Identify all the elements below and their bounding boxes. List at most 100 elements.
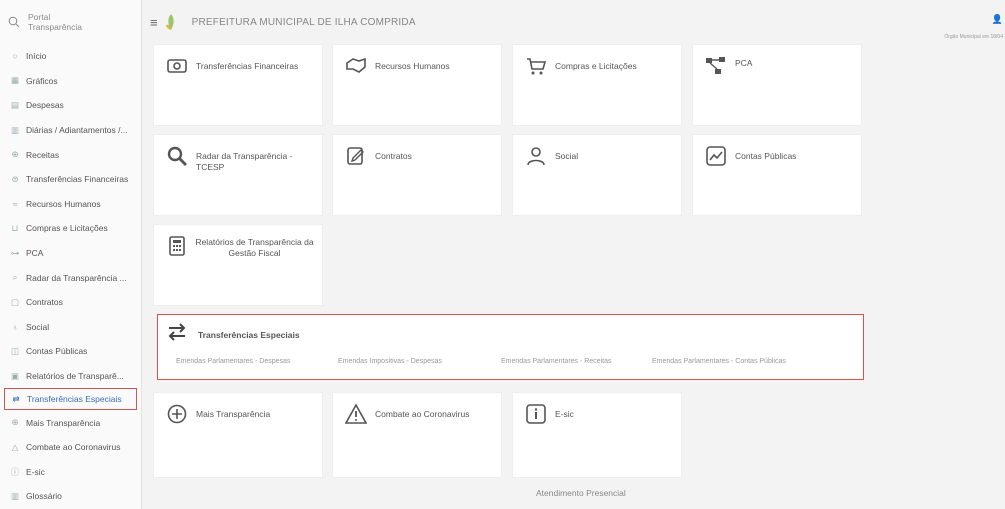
card-esic[interactable]: E-sic (512, 392, 682, 478)
card-relatorios[interactable]: Relatórios de Transparência da Gestão Fi… (153, 224, 323, 306)
card-contas-publicas[interactable]: Contas Públicas (692, 134, 862, 216)
card-contratos[interactable]: Contratos (332, 134, 502, 216)
sidebar-item-label: Despesas (26, 100, 64, 111)
portal-brand[interactable]: Portal Transparência (0, 0, 141, 44)
sidebar: Portal Transparência ○ Início ▦ Gráficos ▤… (0, 0, 142, 509)
sidebar-item-contas-publicas[interactable]: ◫ Contas Públicas (0, 339, 141, 364)
card-recursos-humanos[interactable]: Recursos Humanos (332, 44, 502, 126)
user-icon[interactable]: 👤 (944, 14, 1003, 25)
user-icon (527, 147, 545, 166)
calendar-icon: ▥ (10, 124, 20, 135)
card-title: Transferências Especiais (198, 330, 300, 340)
card-title: Radar da Transparência - TCESP (196, 151, 293, 172)
card-title: Compras e Licitações (555, 61, 637, 71)
cart-icon (527, 58, 547, 75)
chart-icon (706, 146, 726, 166)
transfer-icon: ⊜ (11, 173, 19, 184)
sidebar-item-social[interactable]: ♁ Social (0, 315, 141, 340)
contract-icon (347, 147, 364, 165)
network-icon (706, 57, 725, 74)
atendimento-presencial[interactable]: Atendimento Presencial (536, 488, 626, 498)
home-icon: ○ (12, 51, 18, 62)
sidebar-item-transferencias-financeiras[interactable]: ⊜ Transferências Financeiras (0, 167, 141, 192)
sidebar-item-coronavirus[interactable]: △ Combate ao Coronavirus (0, 435, 141, 460)
sidebar-item-label: Combate ao Coronavirus (26, 442, 121, 453)
card-title: Transferências Financeiras (196, 61, 299, 71)
link-emendas-receitas[interactable]: Emendas Parlamentares - Receitas (501, 358, 652, 365)
calculator-icon: ▣ (10, 370, 20, 381)
people-icon: ≈ (12, 198, 18, 209)
card-title-line-2: Gestão Fiscal (228, 248, 281, 258)
contract-icon: ▢ (10, 296, 20, 307)
card-title: Social (555, 151, 579, 161)
sidebar-item-label: Compras e Licitações (26, 223, 108, 234)
accounts-icon: ◫ (10, 345, 20, 356)
sidebar-item-transferencias-especiais[interactable]: ⇄ Transferências Especiais (4, 388, 137, 411)
sidebar-item-radar[interactable]: ⌕ Radar da Transparência ... (0, 265, 141, 290)
link-emendas-despesas[interactable]: Emendas Parlamentares - Despesas (176, 358, 338, 365)
handshake-icon (346, 57, 366, 73)
card-coronavirus[interactable]: Combate ao Coronavirus (332, 392, 502, 478)
sidebar-item-recursos-humanos[interactable]: ≈ Recursos Humanos (0, 192, 141, 217)
revenue-icon: ⊕ (11, 149, 19, 160)
warning-icon (345, 403, 367, 424)
card-title: PCA (735, 58, 753, 68)
expense-icon: ▤ (10, 99, 20, 110)
user-area[interactable]: 👤 Órgão Municipal em 18/04 (944, 14, 1003, 43)
sidebar-item-graficos[interactable]: ▦ Gráficos (0, 69, 141, 94)
card-pca[interactable]: PCA (692, 44, 862, 126)
card-title-line-1: Relatórios de Transparência da (195, 237, 314, 247)
brand-line-1: Portal (28, 12, 51, 22)
page-title: PREFEITURA MUNICIPAL DE ILHA COMPRIDA (191, 16, 416, 28)
sidebar-item-label: Início (26, 51, 47, 62)
card-radar[interactable]: Radar da Transparência - TCESP (153, 134, 323, 216)
sidebar-item-relatorios[interactable]: ▣ Relatórios de Transparê... (0, 364, 141, 389)
card-transferencias-financeiras[interactable]: Transferências Financeiras (153, 44, 323, 126)
card-title: E-sic (555, 409, 574, 419)
sidebar-item-inicio[interactable]: ○ Início (0, 44, 141, 69)
calculator-icon (169, 236, 185, 256)
link-emendas-contas[interactable]: Emendas Parlamentares - Contas Públicas (652, 358, 786, 365)
sidebar-item-label: Transferências Especiais (27, 394, 122, 405)
search-icon[interactable] (8, 16, 20, 28)
sidebar-item-esic[interactable]: ⓘ E-sic (0, 460, 141, 485)
card-title: Contratos (375, 151, 412, 161)
sidebar-item-despesas[interactable]: ▤ Despesas (0, 93, 141, 118)
link-impositivas-despesas[interactable]: Emendas Impositivas - Despesas (338, 358, 501, 365)
brand-line-2: Transparência (28, 22, 83, 32)
search-icon: ⌕ (12, 272, 18, 283)
card-social[interactable]: Social (512, 134, 682, 216)
top-header: ≡ PREFEITURA MUNICIPAL DE ILHA COMPRIDA … (142, 0, 1005, 44)
book-icon: ▥ (10, 490, 20, 501)
sidebar-item-label: Contas Públicas (26, 346, 88, 357)
sidebar-item-glossario[interactable]: ▥ Glossário (0, 484, 141, 509)
plus-circle-icon: ⊕ (11, 417, 19, 428)
card-transferencias-especiais[interactable]: Transferências Especiais Emendas Parlame… (157, 314, 864, 380)
info-icon (526, 404, 546, 424)
logo-icon (165, 14, 174, 30)
card-title: Combate ao Coronavirus (375, 409, 470, 419)
sidebar-item-label: E-sic (26, 466, 45, 477)
sidebar-item-mais-transparencia[interactable]: ⊕ Mais Transparência (0, 410, 141, 435)
search-icon (167, 146, 187, 166)
money-icon (167, 59, 187, 73)
sidebar-item-compras[interactable]: ⊔ Compras e Licitações (0, 216, 141, 241)
card-compras-licitacoes[interactable]: Compras e Licitações (512, 44, 682, 126)
sidebar-item-receitas[interactable]: ⊕ Receitas (0, 142, 141, 167)
network-icon: ⊶ (10, 247, 20, 258)
swap-icon (168, 323, 186, 341)
sidebar-item-label: Contratos (26, 297, 63, 308)
info-icon: ⓘ (10, 466, 20, 477)
sidebar-item-label: Transferências Financeiras (26, 174, 129, 185)
sidebar-item-label: Radar da Transparência ... (26, 272, 127, 283)
sidebar-item-label: PCA (26, 248, 44, 259)
sidebar-item-label: Relatórios de Transparê... (26, 371, 124, 382)
card-mais-transparencia[interactable]: Mais Transparência (153, 392, 323, 478)
sidebar-item-diarias[interactable]: ▥ Diárias / Adiantamentos /... (0, 118, 141, 143)
sidebar-item-contratos[interactable]: ▢ Contratos (0, 290, 141, 315)
menu-icon[interactable]: ≡ (150, 15, 158, 30)
user-text: Órgão Municipal em 18/04 (944, 34, 1003, 40)
sidebar-item-label: Mais Transparência (26, 417, 101, 428)
sidebar-item-pca[interactable]: ⊶ PCA (0, 241, 141, 266)
plus-circle-icon (167, 404, 187, 424)
